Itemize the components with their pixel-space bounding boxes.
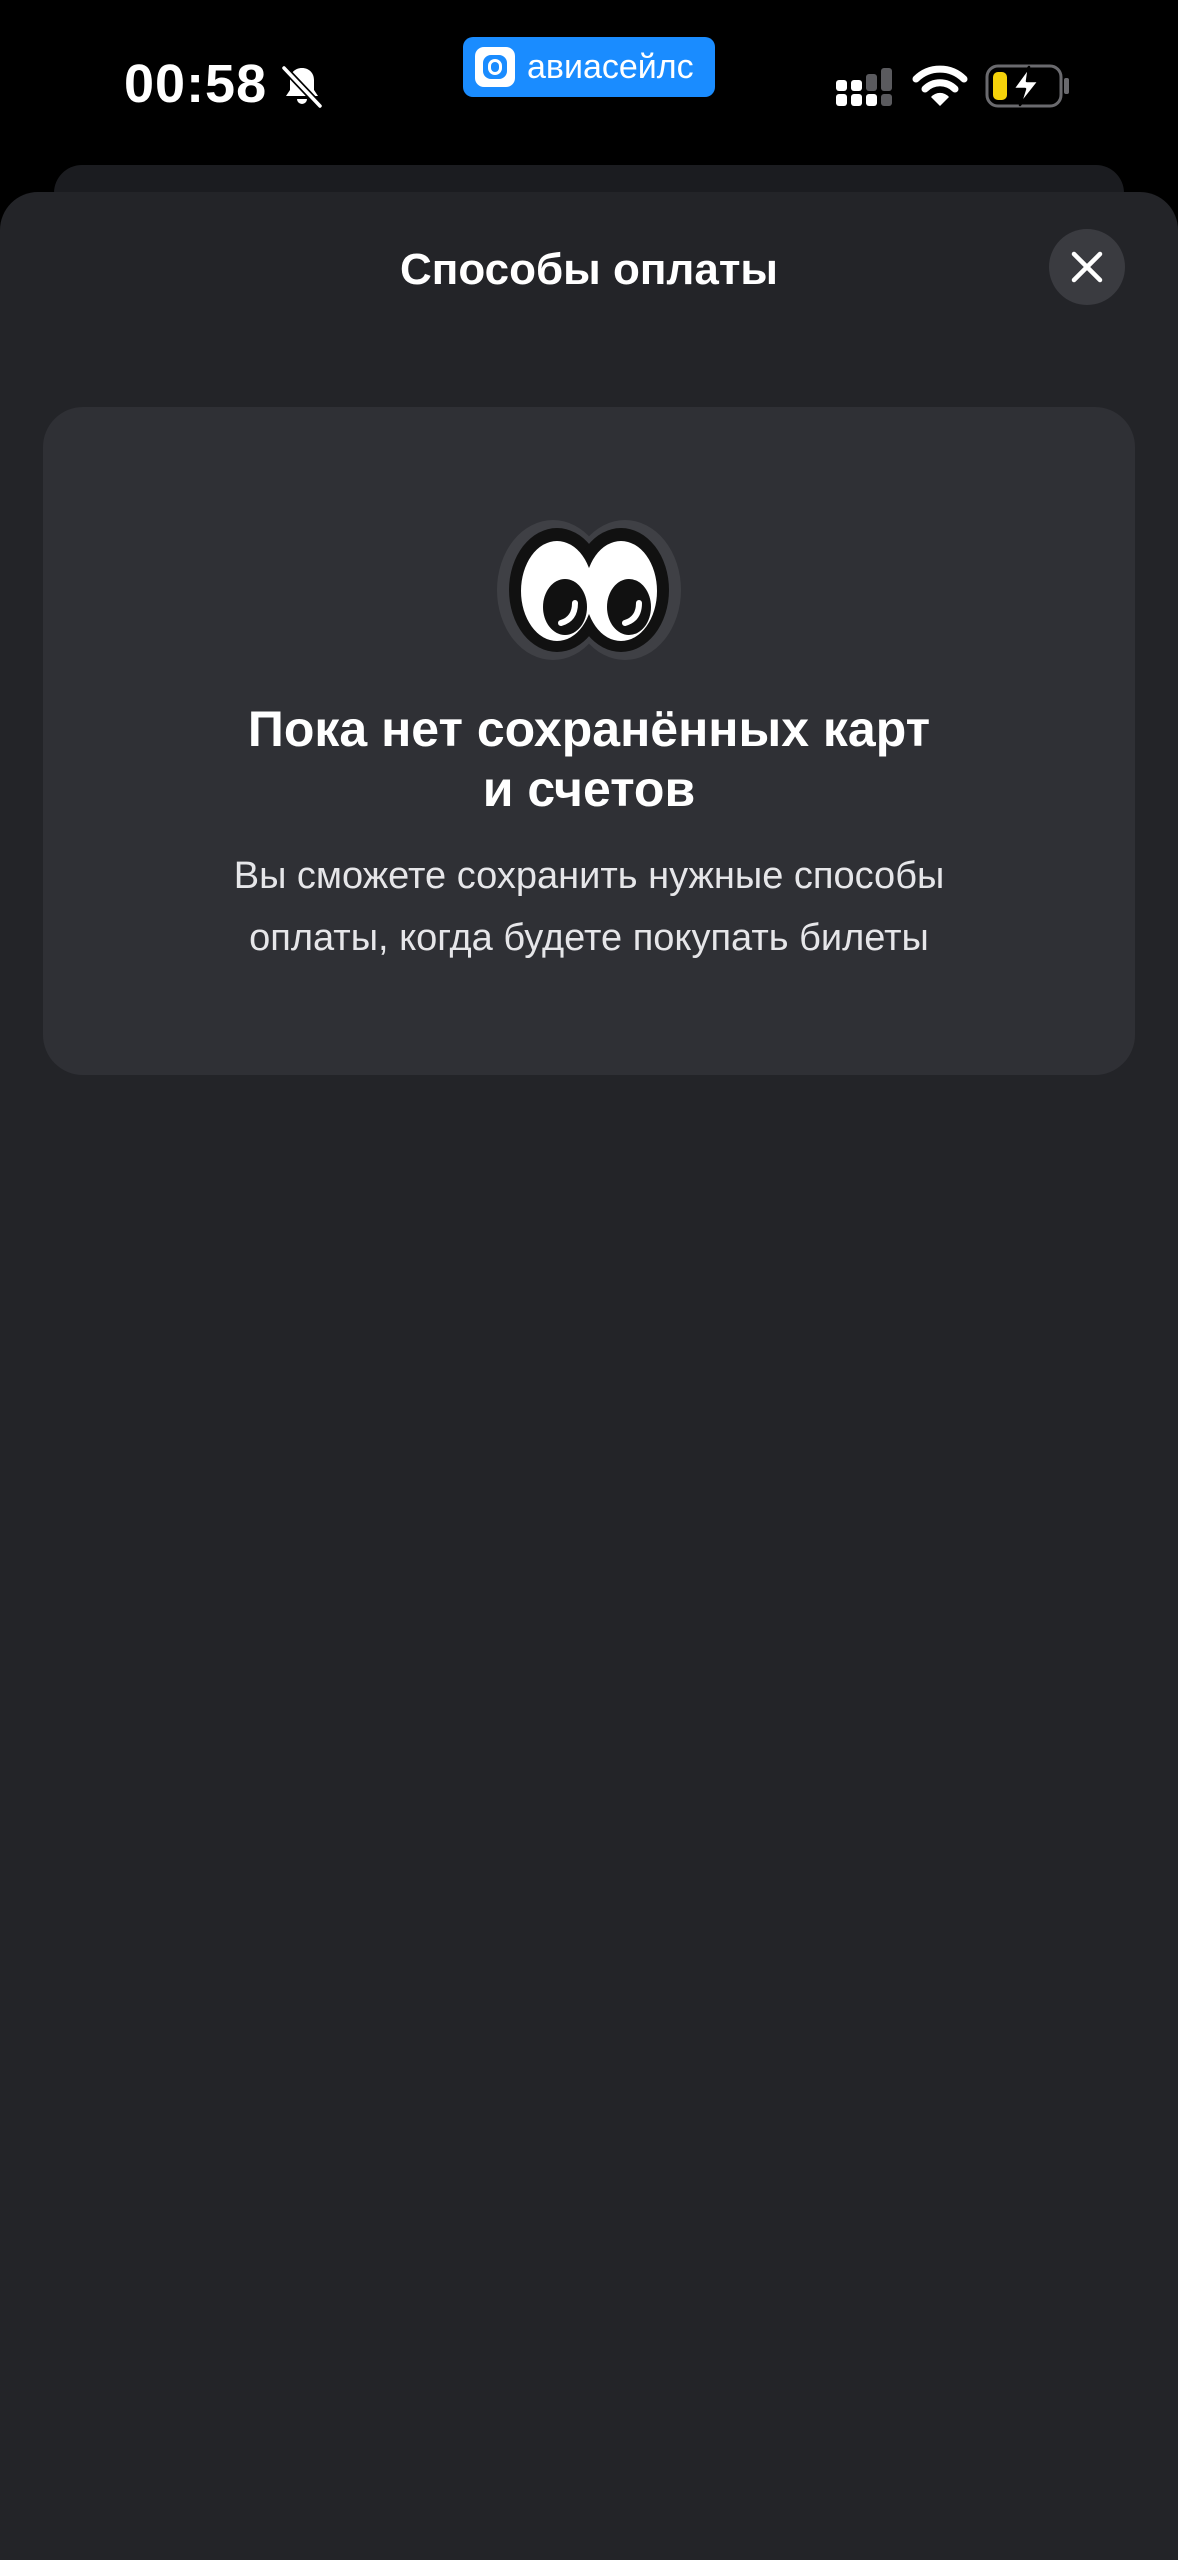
bell-slash-icon	[280, 64, 324, 110]
close-button[interactable]	[1049, 229, 1125, 305]
empty-state-description: Вы сможете сохранить нужные способы опла…	[43, 845, 1135, 969]
app-badge[interactable]: авиасейлс	[463, 37, 715, 97]
sheet-title: Способы оплаты	[400, 245, 778, 294]
empty-state-title-line-1: Пока нет сохранённых карт	[247, 701, 931, 757]
empty-state-description-line-2: оплаты, когда будете покупать билеты	[249, 917, 929, 959]
status-bar: 00:58 авиасейлс	[0, 0, 1178, 170]
empty-state-title-line-2: и счетов	[482, 761, 696, 817]
battery-charging-icon	[985, 64, 1069, 108]
wifi-icon	[912, 65, 968, 106]
signal-icon	[836, 68, 892, 106]
close-icon	[1071, 251, 1103, 283]
empty-state-description-line-1: Вы сможете сохранить нужные способы	[233, 855, 945, 897]
eyes-icon	[497, 520, 681, 660]
empty-state-card: Пока нет сохранённых карт и счетов Вы см…	[43, 407, 1135, 1075]
app-badge-label: авиасейлс	[527, 48, 694, 86]
payment-methods-sheet: Способы оплаты Пока нет сохранённых карт…	[0, 192, 1178, 2560]
status-time: 00:58	[124, 54, 268, 114]
aviasales-logo-icon	[475, 47, 515, 87]
empty-state-title: Пока нет сохранённых карт и счетов	[43, 699, 1135, 819]
